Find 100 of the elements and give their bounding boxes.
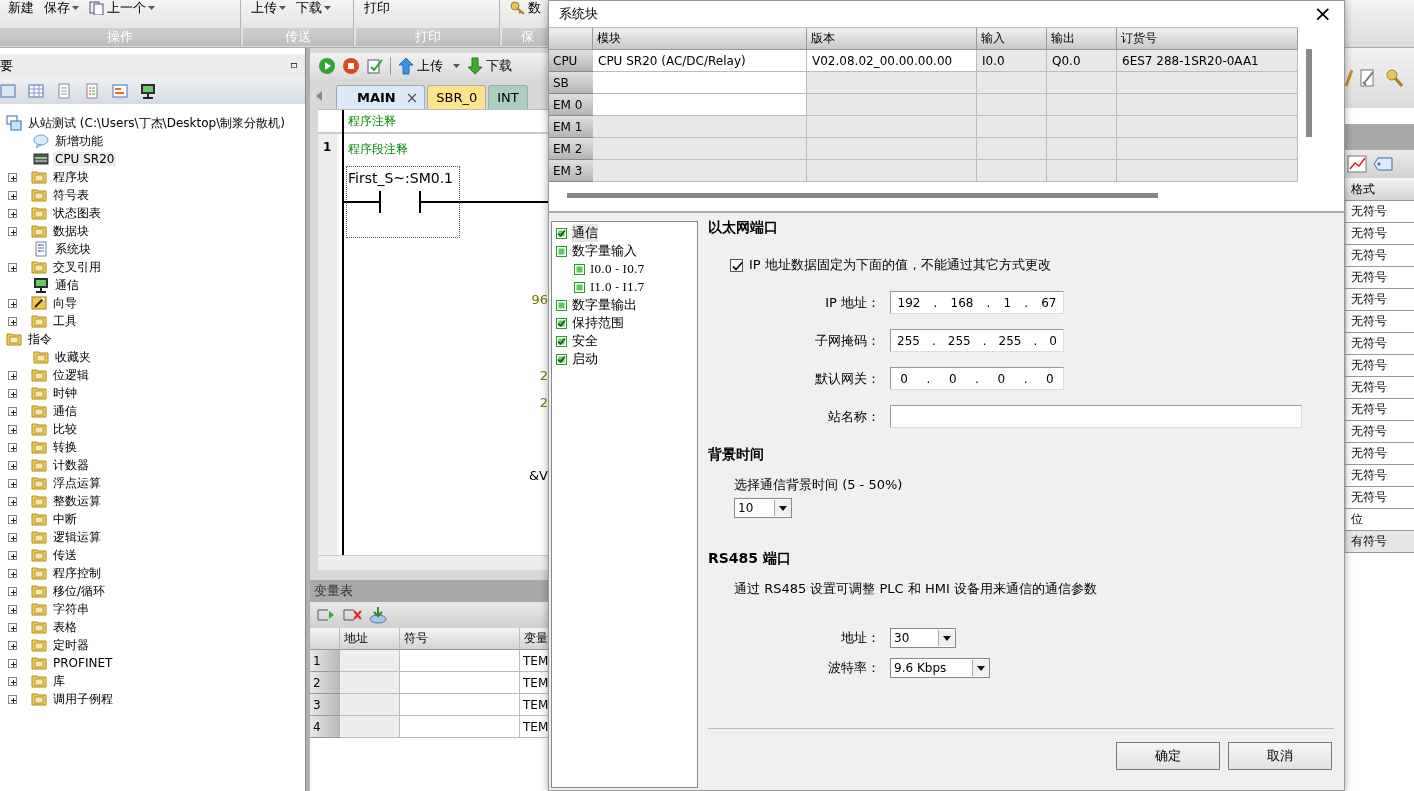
stop-button[interactable] (342, 57, 360, 75)
tree-item[interactable]: 整数运算 (51, 492, 103, 510)
expand-button[interactable] (8, 604, 17, 614)
expand-button[interactable] (8, 694, 17, 704)
dropdown[interactable]: 10 (734, 498, 792, 518)
ip-address-field[interactable]: 0 . 0 . 0 . 0 (890, 367, 1064, 390)
tree-item[interactable]: 安全 (572, 332, 598, 350)
tree-item[interactable]: 逻辑运算 (51, 528, 103, 546)
window-icon[interactable] (0, 83, 16, 99)
table-cell[interactable] (400, 672, 520, 694)
scroll-left-icon[interactable] (316, 91, 322, 101)
column-header[interactable]: 变量 (520, 628, 548, 650)
table-cell[interactable]: Q0.0 (1047, 50, 1117, 72)
expand-button[interactable] (8, 208, 17, 218)
table-cell[interactable] (593, 138, 807, 160)
checklist-button[interactable] (366, 57, 384, 75)
tree-item[interactable]: 位逻辑 (51, 366, 91, 384)
checkbox[interactable] (556, 353, 567, 365)
table-icon[interactable] (28, 83, 44, 99)
expand-button[interactable] (8, 370, 17, 380)
tree-item[interactable]: 表格 (51, 618, 79, 636)
checkbox[interactable] (556, 317, 567, 329)
table-cell[interactable] (340, 716, 400, 738)
document-icon[interactable] (56, 83, 72, 99)
row-header[interactable]: EM 2 (549, 138, 593, 160)
input-field[interactable] (890, 405, 1302, 428)
expand-button[interactable] (8, 676, 17, 686)
row-header[interactable]: EM 1 (549, 116, 593, 138)
tree-item[interactable]: 调用子例程 (51, 690, 115, 708)
table-cell[interactable] (340, 650, 400, 672)
tree-item[interactable]: 交叉引用 (51, 258, 103, 276)
pen-icon[interactable] (1345, 68, 1353, 88)
row-header[interactable]: EM 0 (549, 94, 593, 116)
delete-row-icon[interactable] (342, 606, 362, 624)
tree-item[interactable]: 通信 (572, 224, 598, 242)
tree-item[interactable]: 数字量输出 (572, 296, 637, 314)
column-header[interactable]: 符号 (400, 628, 520, 650)
ip-address-field[interactable]: 192 . 168 . 1 . 67 (890, 291, 1064, 314)
table-cell[interactable] (807, 116, 977, 138)
ribbon-button[interactable]: 新建 (8, 0, 34, 16)
tree-item[interactable]: 状态图表 (51, 204, 103, 222)
column-header[interactable]: 格式 (1343, 178, 1414, 201)
tree-item[interactable]: 数字量输入 (572, 242, 637, 260)
ribbon-button[interactable]: 保存 (44, 0, 79, 16)
checkbox[interactable] (730, 258, 743, 272)
table-cell[interactable] (977, 116, 1047, 138)
close-icon[interactable]: × (405, 88, 419, 107)
ribbon-button[interactable]: 上一个 (89, 0, 155, 16)
expand-button[interactable] (8, 514, 17, 524)
dropdown-arrow-icon[interactable] (938, 630, 955, 646)
checkbox[interactable] (574, 263, 585, 275)
expand-button[interactable] (8, 424, 17, 434)
column-header[interactable]: 版本 (807, 28, 977, 50)
editor-tab[interactable]: MAIN × (336, 85, 426, 109)
expand-button[interactable] (8, 442, 17, 452)
tree-item[interactable]: 启动 (572, 350, 598, 368)
tree-item[interactable]: 库 (51, 672, 67, 690)
table-cell[interactable]: 6ES7 288-1SR20-0AA1 (1117, 50, 1298, 72)
column-header[interactable]: 模块 (593, 28, 807, 50)
table-cell[interactable] (1117, 72, 1298, 94)
column-header[interactable]: 订货号 (1117, 28, 1298, 50)
expand-button[interactable] (8, 550, 17, 560)
tree-item[interactable]: 收藏夹 (53, 348, 93, 366)
ribbon-button[interactable]: 打印 (364, 0, 390, 16)
expand-button[interactable] (8, 226, 17, 236)
table-cell[interactable] (1047, 138, 1117, 160)
tree-item[interactable]: 转换 (51, 438, 79, 456)
table-cell[interactable] (593, 160, 807, 182)
expand-button[interactable] (8, 478, 17, 488)
tree-item[interactable]: CPU SR20 (53, 152, 117, 166)
expand-button[interactable] (8, 658, 17, 668)
import-icon[interactable] (368, 606, 388, 624)
table-cell[interactable] (1117, 138, 1298, 160)
tree-item[interactable]: 新增功能 (53, 132, 105, 150)
tree-item[interactable]: 传送 (51, 546, 79, 564)
tree-item[interactable]: 通信 (53, 276, 81, 294)
tree-item[interactable]: 通信 (51, 402, 79, 420)
tree-item[interactable]: 工具 (51, 312, 79, 330)
expand-button[interactable] (8, 532, 17, 542)
table-cell[interactable]: CPU SR20 (AC/DC/Relay) (593, 50, 807, 72)
table-cell[interactable] (977, 138, 1047, 160)
table-cell[interactable] (340, 694, 400, 716)
tree-item[interactable]: 字符串 (51, 600, 91, 618)
column-header[interactable]: 输入 (977, 28, 1047, 50)
table-cell[interactable] (807, 138, 977, 160)
key-icon[interactable] (1385, 68, 1403, 88)
expand-button[interactable] (8, 622, 17, 632)
table-cell[interactable] (977, 160, 1047, 182)
editor-tab[interactable]: INT (488, 85, 528, 109)
tree-item[interactable]: 向导 (51, 294, 79, 312)
column-header[interactable]: 输出 (1047, 28, 1117, 50)
table-cell[interactable] (977, 94, 1047, 116)
scrollbar-thumb[interactable] (567, 193, 1158, 198)
table-cell[interactable] (1117, 160, 1298, 182)
table-cell[interactable] (340, 672, 400, 694)
monitor-icon[interactable] (140, 83, 156, 99)
expand-button[interactable] (8, 568, 17, 578)
table-cell[interactable] (593, 72, 807, 94)
tree-item[interactable]: 计数器 (51, 456, 91, 474)
pin-button[interactable]: ㅁ (289, 59, 299, 73)
